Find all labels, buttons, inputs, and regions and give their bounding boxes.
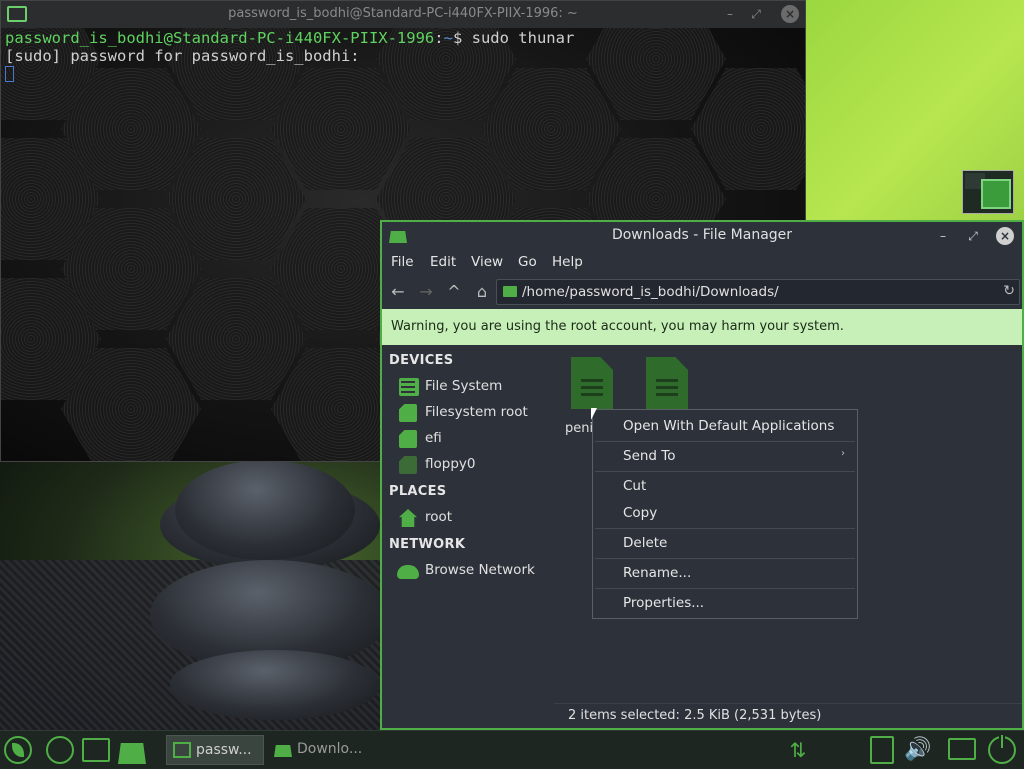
prompt-separator: :: [434, 29, 444, 47]
task-button-terminal[interactable]: passw...: [166, 735, 264, 765]
network-icon[interactable]: ⇅: [786, 736, 810, 764]
clipboard-icon[interactable]: [870, 736, 894, 764]
background-hexagon: [166, 138, 306, 260]
sidebar-item-label: File System: [425, 378, 503, 394]
terminal-command: sudo thunar: [471, 29, 575, 47]
reload-icon[interactable]: ↻: [1003, 283, 1015, 299]
file-manager-icon: [274, 745, 292, 757]
taskbar: passw... Downlo... ⇅ 🔊: [0, 730, 1024, 769]
sidebar-item-label: efi: [425, 430, 442, 446]
file-label[interactable]: peni: [565, 421, 593, 436]
task-label: Downlo...: [297, 741, 363, 757]
maximize-button[interactable]: ⤢: [747, 5, 765, 23]
terminal-title: password_is_bodhi@Standard-PC-i440FX-PII…: [228, 6, 578, 21]
sidebar-heading-devices: DEVICES: [389, 353, 454, 368]
document-icon[interactable]: [646, 357, 688, 409]
prompt-user: password_is_bodhi@Standard-PC-i440FX-PII…: [5, 29, 435, 47]
menu-item-open-with-default[interactable]: Open With Default Applications: [623, 418, 834, 434]
drive-icon: [399, 378, 419, 396]
minimize-button[interactable]: –: [934, 227, 952, 245]
menu-separator: [595, 558, 855, 559]
forward-arrow-icon[interactable]: →: [416, 282, 436, 302]
web-browser-icon[interactable]: [46, 736, 74, 764]
sd-card-icon: [399, 404, 417, 422]
background-hexagon: [481, 68, 621, 190]
submenu-arrow-icon: ›: [841, 448, 845, 459]
wallpaper-stone: [175, 460, 355, 560]
mouse-pointer-icon: [591, 408, 597, 420]
menu-bar: File Edit View Go Help: [382, 250, 1022, 274]
sidebar-heading-network: NETWORK: [389, 537, 466, 552]
sidebar: DEVICES File System Filesystem root efi …: [382, 347, 554, 728]
task-button-file-manager[interactable]: Downlo...: [268, 735, 368, 765]
document-icon[interactable]: [571, 357, 613, 409]
background-hexagon: [271, 68, 411, 190]
location-path[interactable]: /home/password_is_bodhi/Downloads/: [522, 284, 779, 300]
status-text: 2 items selected: 2.5 KiB (2,531 bytes): [568, 708, 822, 723]
menu-view[interactable]: View: [471, 254, 503, 270]
sidebar-item-label: Browse Network: [425, 562, 535, 578]
wallpaper-stone: [170, 650, 380, 720]
power-icon[interactable]: [988, 735, 1016, 764]
menu-item-rename[interactable]: Rename...: [623, 565, 691, 581]
sidebar-item-label: floppy0: [425, 456, 476, 472]
root-warning-banner: Warning, you are using the root account,…: [382, 309, 1022, 345]
volume-icon[interactable]: 🔊: [904, 736, 932, 764]
terminal-cursor: [5, 66, 14, 82]
menu-item-copy[interactable]: Copy: [623, 505, 657, 521]
menu-separator: [595, 588, 855, 589]
home-icon: [399, 509, 417, 527]
prompt-path: ~: [443, 29, 453, 47]
file-manager-launcher-icon[interactable]: [118, 743, 146, 764]
close-button[interactable]: ×: [996, 227, 1014, 245]
sudo-password-prompt: [sudo] password for password_is_bodhi:: [5, 47, 360, 65]
menu-file[interactable]: File: [391, 254, 414, 270]
sidebar-heading-places: PLACES: [389, 484, 447, 499]
menu-separator: [595, 441, 855, 442]
menu-separator: [595, 528, 855, 529]
menu-go[interactable]: Go: [518, 254, 537, 270]
terminal-launcher-icon[interactable]: [82, 738, 110, 762]
menu-help[interactable]: Help: [552, 254, 583, 270]
minimize-button[interactable]: –: [721, 5, 739, 23]
cloud-icon: [397, 565, 419, 579]
menu-item-cut[interactable]: Cut: [623, 478, 646, 494]
file-manager-title: Downloads - File Manager: [611, 227, 793, 243]
menu-item-properties[interactable]: Properties...: [623, 595, 704, 611]
menu-item-delete[interactable]: Delete: [623, 535, 667, 551]
background-hexagon: [166, 278, 306, 400]
file-manager-titlebar[interactable]: Downloads - File Manager – ⤢ ×: [382, 222, 1022, 249]
up-arrow-icon[interactable]: ^: [444, 282, 464, 302]
sidebar-item-label: Filesystem root: [425, 404, 528, 420]
task-label: passw...: [196, 742, 252, 758]
back-arrow-icon[interactable]: ←: [388, 282, 408, 302]
desktop-thumbnail-icon[interactable]: [962, 170, 1014, 214]
sidebar-item-label: root: [425, 509, 453, 525]
menu-edit[interactable]: Edit: [430, 254, 456, 270]
folder-icon: [503, 286, 517, 297]
toolbar: ← → ^ ⌂ /home/password_is_bodhi/Download…: [382, 278, 1022, 306]
status-bar: 2 items selected: 2.5 KiB (2,531 bytes): [554, 703, 1022, 728]
prompt-dollar: $: [452, 29, 472, 47]
location-bar[interactable]: /home/password_is_bodhi/Downloads/ ↻: [496, 279, 1020, 305]
menu-separator: [595, 471, 855, 472]
home-icon[interactable]: ⌂: [472, 282, 492, 302]
sd-card-icon: [399, 430, 417, 448]
context-menu: Open With Default Applications Send To ›…: [592, 409, 858, 619]
close-button[interactable]: ×: [781, 5, 799, 23]
menu-item-send-to[interactable]: Send To: [623, 448, 676, 464]
thumbnail-window: [981, 179, 1011, 209]
terminal-icon: [173, 742, 191, 758]
app-menu-leaf-icon[interactable]: [4, 736, 32, 764]
maximize-button[interactable]: ⤢: [964, 227, 982, 245]
notifications-icon[interactable]: [948, 738, 976, 760]
sd-card-icon: [399, 456, 417, 474]
terminal-output: password_is_bodhi@Standard-PC-i440FX-PII…: [5, 29, 574, 65]
terminal-titlebar[interactable]: password_is_bodhi@Standard-PC-i440FX-PII…: [1, 1, 805, 29]
